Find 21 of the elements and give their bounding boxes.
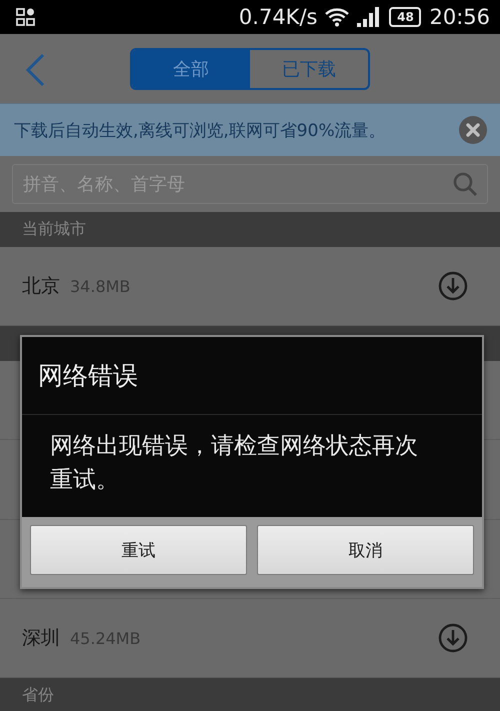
banner-text: 下载后自动生效,离线可浏览,联网可省90%流量。 — [14, 120, 387, 142]
network-speed: 0.74K/s — [238, 5, 318, 29]
search-icon[interactable] — [452, 171, 478, 197]
download-icon[interactable] — [438, 623, 468, 653]
dialog-button[interactable]: 重试 — [30, 525, 247, 575]
signal-icon — [357, 7, 382, 27]
filter-tab[interactable]: 已下载 — [250, 50, 368, 88]
close-icon[interactable] — [458, 115, 488, 145]
app-grid-icon — [16, 8, 36, 26]
dialog-title: 网络错误 — [38, 360, 138, 392]
battery-indicator: 48 — [389, 7, 422, 27]
clock: 20:56 — [429, 5, 490, 29]
filter-tab[interactable]: 全部 — [132, 50, 250, 88]
dialog-button[interactable]: 取消 — [257, 525, 474, 575]
dialog-message: 网络出现错误，请检查网络状态再次重试。 — [50, 433, 418, 493]
city-name: 深圳 — [22, 626, 60, 651]
section-title: 当前城市 — [22, 219, 86, 240]
download-icon[interactable] — [438, 271, 468, 301]
wifi-icon — [325, 7, 350, 27]
city-name: 北京 — [22, 274, 60, 299]
section-title: 省份 — [22, 685, 54, 706]
